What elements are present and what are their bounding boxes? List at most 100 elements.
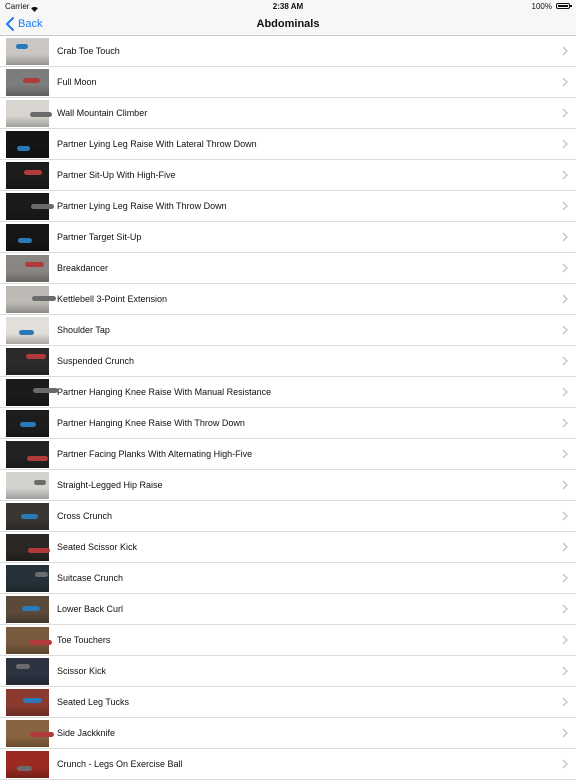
list-item[interactable]: Suitcase Crunch (0, 563, 576, 594)
list-item[interactable]: Suspended Crunch (0, 346, 576, 377)
exercise-thumbnail (6, 658, 49, 685)
exercise-thumbnail (6, 286, 56, 313)
exercise-thumbnail (6, 565, 49, 592)
exercise-label: Partner Sit-Up With High-Five (57, 170, 176, 180)
exercise-label: Lower Back Curl (57, 604, 124, 614)
chevron-right-icon (562, 108, 568, 118)
exercise-label: Breakdancer (57, 263, 109, 273)
exercise-label: Suspended Crunch (57, 356, 135, 366)
exercise-label: Partner Hanging Knee Raise With Manual R… (57, 387, 272, 397)
exercise-label: Cross Crunch (57, 511, 113, 521)
list-item[interactable]: Lower Back Curl (0, 594, 576, 625)
clock-time: 2:38 AM (272, 2, 304, 11)
chevron-right-icon (562, 542, 568, 552)
exercise-label: Crab Toe Touch (57, 46, 120, 56)
list-item[interactable]: Straight-Legged Hip Raise (0, 470, 576, 501)
exercise-thumbnail (6, 751, 49, 778)
list-item[interactable]: Cross Crunch (0, 501, 576, 532)
exercise-label: Toe Touchers (57, 635, 111, 645)
chevron-right-icon (562, 666, 568, 676)
exercise-thumbnail (6, 69, 49, 96)
list-item[interactable]: Seated Scissor Kick (0, 532, 576, 563)
list-item[interactable]: Breakdancer (0, 253, 576, 284)
chevron-right-icon (562, 635, 568, 645)
status-bar: Carrier 2:38 AM 100% (0, 0, 576, 13)
list-item[interactable]: Scissor Kick (0, 656, 576, 687)
exercise-label: Shoulder Tap (57, 325, 110, 335)
list-item[interactable]: Partner Sit-Up With High-Five (0, 160, 576, 191)
chevron-right-icon (562, 573, 568, 583)
exercise-label: Crunch - Legs On Exercise Ball (57, 759, 183, 769)
exercise-thumbnail (6, 162, 49, 189)
list-item[interactable]: Seated Leg Tucks (0, 687, 576, 718)
battery-icon (556, 3, 572, 9)
list-item[interactable]: Crunch - Legs On Exercise Ball (0, 749, 576, 780)
exercise-label: Wall Mountain Climber (57, 108, 148, 118)
chevron-right-icon (562, 697, 568, 707)
chevron-right-icon (562, 480, 568, 490)
exercise-label: Scissor Kick (57, 666, 107, 676)
exercise-thumbnail (6, 348, 49, 375)
exercise-label: Kettlebell 3-Point Extension (57, 294, 168, 304)
chevron-right-icon (562, 728, 568, 738)
exercise-label: Partner Hanging Knee Raise With Throw Do… (57, 418, 245, 428)
list-item[interactable]: Toe Touchers (0, 625, 576, 656)
list-item[interactable]: Partner Lying Leg Raise With Lateral Thr… (0, 129, 576, 160)
exercise-list: Crab Toe Touch Full Moon Wall Mountain Cli… (0, 36, 576, 780)
battery-percent: 100% (531, 2, 552, 11)
exercise-thumbnail (6, 193, 54, 220)
exercise-label: Side Jackknife (57, 728, 116, 738)
exercise-label: Full Moon (57, 77, 97, 87)
list-item[interactable]: Wall Mountain Climber (0, 98, 576, 129)
list-item[interactable]: Partner Hanging Knee Raise With Manual R… (0, 377, 576, 408)
exercise-label: Partner Target Sit-Up (57, 232, 142, 242)
chevron-right-icon (562, 201, 568, 211)
exercise-label: Partner Lying Leg Raise With Lateral Thr… (57, 139, 257, 149)
page-title: Abdominals (256, 18, 320, 30)
exercise-label: Partner Facing Planks With Alternating H… (57, 449, 253, 459)
exercise-label: Suitcase Crunch (57, 573, 124, 583)
exercise-thumbnail (6, 503, 49, 530)
list-item[interactable]: Partner Hanging Knee Raise With Throw Do… (0, 408, 576, 439)
list-item[interactable]: Full Moon (0, 67, 576, 98)
exercise-label: Straight-Legged Hip Raise (57, 480, 163, 490)
chevron-right-icon (562, 170, 568, 180)
exercise-thumbnail (6, 627, 52, 654)
chevron-right-icon (562, 46, 568, 56)
exercise-thumbnail (6, 379, 58, 406)
list-item[interactable]: Partner Lying Leg Raise With Throw Down (0, 191, 576, 222)
exercise-thumbnail (6, 131, 49, 158)
exercise-thumbnail (6, 472, 49, 499)
navigation-bar: Back Abdominals (0, 13, 576, 36)
list-item[interactable]: Side Jackknife (0, 718, 576, 749)
chevron-right-icon (562, 356, 568, 366)
exercise-thumbnail (6, 410, 49, 437)
chevron-right-icon (562, 511, 568, 521)
list-item[interactable]: Shoulder Tap (0, 315, 576, 346)
exercise-label: Seated Leg Tucks (57, 697, 130, 707)
list-item[interactable]: Partner Facing Planks With Alternating H… (0, 439, 576, 470)
chevron-right-icon (562, 77, 568, 87)
exercise-thumbnail (6, 100, 52, 127)
list-item[interactable]: Kettlebell 3-Point Extension (0, 284, 576, 315)
exercise-thumbnail (6, 441, 49, 468)
chevron-right-icon (562, 139, 568, 149)
chevron-right-icon (562, 418, 568, 428)
list-item[interactable]: Partner Target Sit-Up (0, 222, 576, 253)
chevron-right-icon (562, 449, 568, 459)
chevron-right-icon (562, 263, 568, 273)
exercise-label: Seated Scissor Kick (57, 542, 138, 552)
list-item[interactable]: Crab Toe Touch (0, 36, 576, 67)
exercise-thumbnail (6, 596, 49, 623)
chevron-right-icon (562, 387, 568, 397)
chevron-right-icon (562, 325, 568, 335)
chevron-right-icon (562, 294, 568, 304)
exercise-thumbnail (6, 255, 49, 282)
exercise-thumbnail (6, 38, 49, 65)
exercise-thumbnail (6, 317, 49, 344)
chevron-right-icon (562, 232, 568, 242)
exercise-thumbnail (6, 689, 49, 716)
exercise-label: Partner Lying Leg Raise With Throw Down (57, 201, 227, 211)
exercise-thumbnail (6, 720, 54, 747)
exercise-thumbnail (6, 534, 50, 561)
